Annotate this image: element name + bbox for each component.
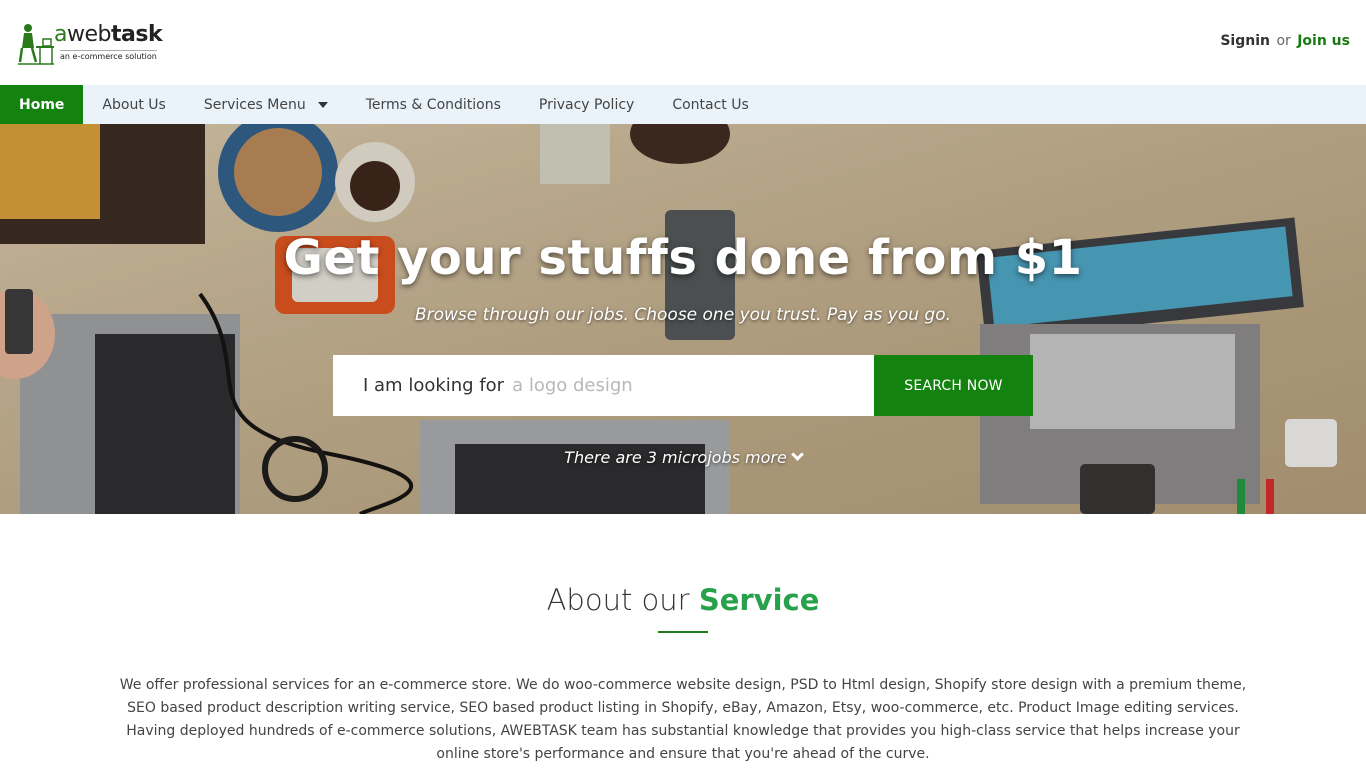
about-description: We offer professional services for an e-… — [119, 677, 1247, 762]
site-logo[interactable]: awebtask an e-commerce solution — [16, 22, 166, 68]
nav-item-label: Home — [19, 96, 65, 113]
hero-title: Get your stuffs done from $1 — [283, 230, 1083, 286]
about-title-highlight: Service — [698, 583, 820, 617]
hero-subtitle: Browse through our jobs. Choose one you … — [414, 305, 952, 325]
nav-item-label: Services Menu — [203, 96, 306, 113]
nav-item-about-us[interactable]: About Us — [83, 85, 184, 124]
nav-item-privacy-policy[interactable]: Privacy Policy — [520, 85, 653, 124]
auth-links: Signin or Join us — [1220, 33, 1350, 49]
logo-wordmark: awebtask — [54, 22, 163, 47]
chevron-down-icon — [790, 448, 804, 461]
search-input[interactable] — [512, 375, 863, 396]
more-microjobs-text: There are 3 microjobs more — [564, 448, 787, 467]
nav-item-contact-us[interactable]: Contact Us — [653, 85, 767, 124]
nav-item-services-menu[interactable]: Services Menu — [185, 85, 347, 124]
section-divider — [658, 631, 708, 633]
main-nav: Home About Us Services Menu Terms & Cond… — [0, 85, 1366, 124]
search-now-button[interactable]: SEARCH NOW — [874, 355, 1033, 416]
about-title-plain: About our — [546, 583, 690, 617]
nav-item-label: About Us — [102, 96, 166, 113]
or-text: or — [1276, 33, 1291, 49]
nav-item-label: Contact Us — [672, 96, 749, 113]
more-microjobs-link[interactable]: There are 3 microjobs more — [0, 448, 1366, 467]
caret-down-icon — [317, 101, 328, 108]
nav-item-label: Terms & Conditions — [365, 96, 501, 113]
search-prefix-label: I am looking for — [363, 375, 505, 396]
logo-tagline: an e-commerce solution — [60, 50, 157, 61]
search-bar: I am looking for SEARCH NOW — [333, 355, 1033, 416]
site-header: awebtask an e-commerce solution Signin o… — [0, 0, 1366, 85]
signin-link[interactable]: Signin — [1220, 33, 1270, 49]
about-section-title: About our Service — [0, 583, 1366, 617]
nav-item-terms[interactable]: Terms & Conditions — [347, 85, 520, 124]
join-us-link[interactable]: Join us — [1297, 33, 1350, 49]
person-at-desk-icon — [18, 24, 54, 65]
hero-banner: Get your stuffs done from $1 Browse thro… — [0, 124, 1366, 514]
nav-item-home[interactable]: Home — [0, 85, 84, 124]
nav-item-label: Privacy Policy — [538, 96, 635, 113]
